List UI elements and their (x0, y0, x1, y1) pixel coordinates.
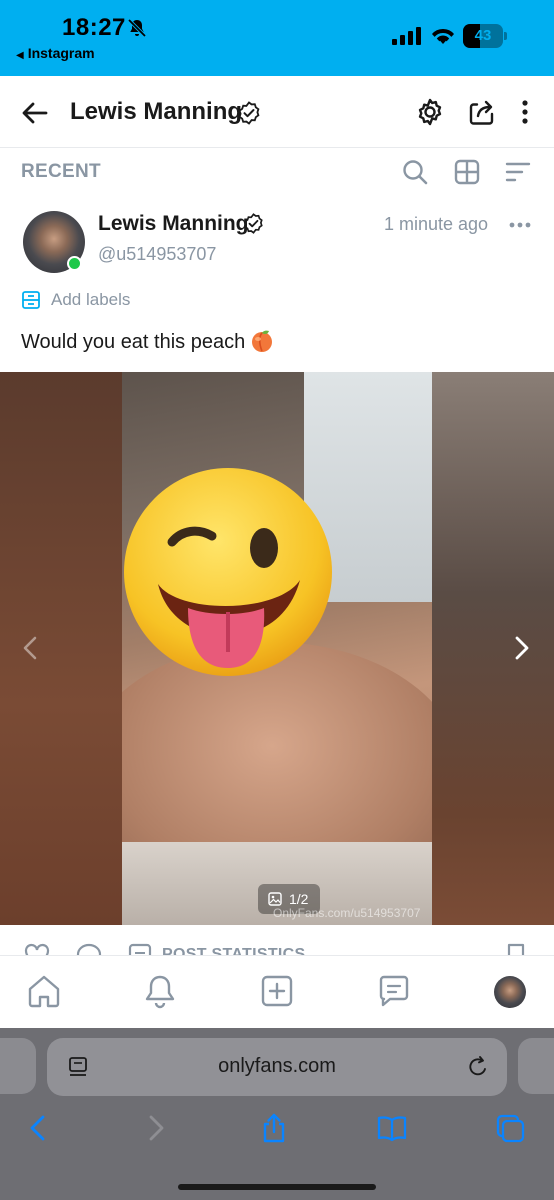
online-status-dot (67, 256, 82, 271)
app-header: Lewis Manning (0, 76, 554, 148)
recent-filter-bar: RECENT (0, 149, 554, 193)
back-arrow-icon[interactable] (20, 98, 50, 128)
bell-off-icon (127, 18, 147, 38)
cellular-signal-icon (392, 27, 421, 45)
address-bar[interactable]: onlyfans.com (47, 1038, 507, 1096)
battery-percentage: 43 (474, 27, 492, 44)
chevron-left-icon[interactable] (20, 635, 40, 661)
gear-icon[interactable] (414, 96, 446, 128)
wifi-icon (432, 28, 454, 44)
winking-tongue-emoji-icon (124, 468, 332, 676)
verified-icon (244, 213, 263, 234)
media-counter-text: 1/2 (289, 891, 309, 907)
browser-toolbar: onlyfans.com (0, 1028, 554, 1200)
post-caption-text: Would you eat this peach (21, 331, 246, 353)
messages-icon[interactable] (376, 973, 412, 1009)
media-blur-right (432, 372, 554, 925)
share-icon[interactable] (258, 1112, 290, 1144)
verified-icon (238, 101, 260, 125)
chevron-right-icon[interactable] (512, 635, 532, 661)
back-app-label: Instagram (27, 45, 95, 61)
status-bar: 18:27 ◀ Instagram 43 (0, 0, 554, 76)
add-post-icon[interactable] (259, 973, 295, 1009)
post-caption: Would you eat this peach (21, 329, 274, 354)
add-labels-button[interactable]: Add labels (51, 290, 130, 310)
recent-label: RECENT (21, 161, 101, 182)
post-author-name[interactable]: Lewis Manning (98, 212, 249, 236)
page-title: Lewis Manning (70, 98, 243, 125)
bottom-navigation (0, 955, 554, 1028)
tabs-icon[interactable] (494, 1112, 526, 1144)
post-author-handle[interactable]: @u514953707 (98, 244, 216, 265)
media-watermark: OnlyFans.com/u514953707 (273, 906, 421, 920)
post-statistics-button[interactable]: POST STATISTICS (162, 946, 305, 955)
share-icon[interactable] (466, 96, 498, 128)
profile-avatar[interactable] (494, 976, 526, 1008)
forward-icon[interactable] (140, 1112, 172, 1144)
statistics-icon[interactable] (128, 943, 152, 955)
bookmark-icon[interactable] (505, 943, 527, 955)
home-indicator[interactable] (178, 1184, 376, 1190)
media-blur-left (0, 372, 122, 925)
label-icon[interactable] (21, 290, 41, 310)
back-to-app-link[interactable]: ◀ Instagram (16, 45, 95, 61)
notifications-icon[interactable] (142, 973, 178, 1009)
post-media[interactable]: 1/2 OnlyFans.com/u514953707 (0, 372, 554, 925)
battery-indicator: 43 (463, 24, 507, 48)
more-horizontal-icon[interactable] (508, 214, 532, 236)
post-timestamp: 1 minute ago (384, 214, 489, 234)
back-icon[interactable] (22, 1112, 54, 1144)
post-actions-row: POST STATISTICS (0, 925, 554, 955)
image-icon (268, 892, 282, 906)
sort-icon[interactable] (505, 159, 531, 185)
bookmarks-icon[interactable] (376, 1112, 408, 1144)
status-time: 18:27 (62, 14, 126, 41)
home-icon[interactable] (26, 973, 62, 1009)
heart-icon[interactable] (24, 943, 50, 955)
reload-icon[interactable] (467, 1055, 489, 1079)
more-vertical-icon[interactable] (514, 96, 536, 128)
grid-icon[interactable] (454, 159, 480, 185)
comment-icon[interactable] (76, 943, 102, 955)
search-icon[interactable] (402, 159, 428, 185)
url-text: onlyfans.com (218, 1055, 336, 1077)
peach-emoji-icon (252, 330, 273, 352)
next-tab-preview[interactable] (518, 1038, 554, 1094)
previous-tab-preview[interactable] (0, 1038, 36, 1094)
